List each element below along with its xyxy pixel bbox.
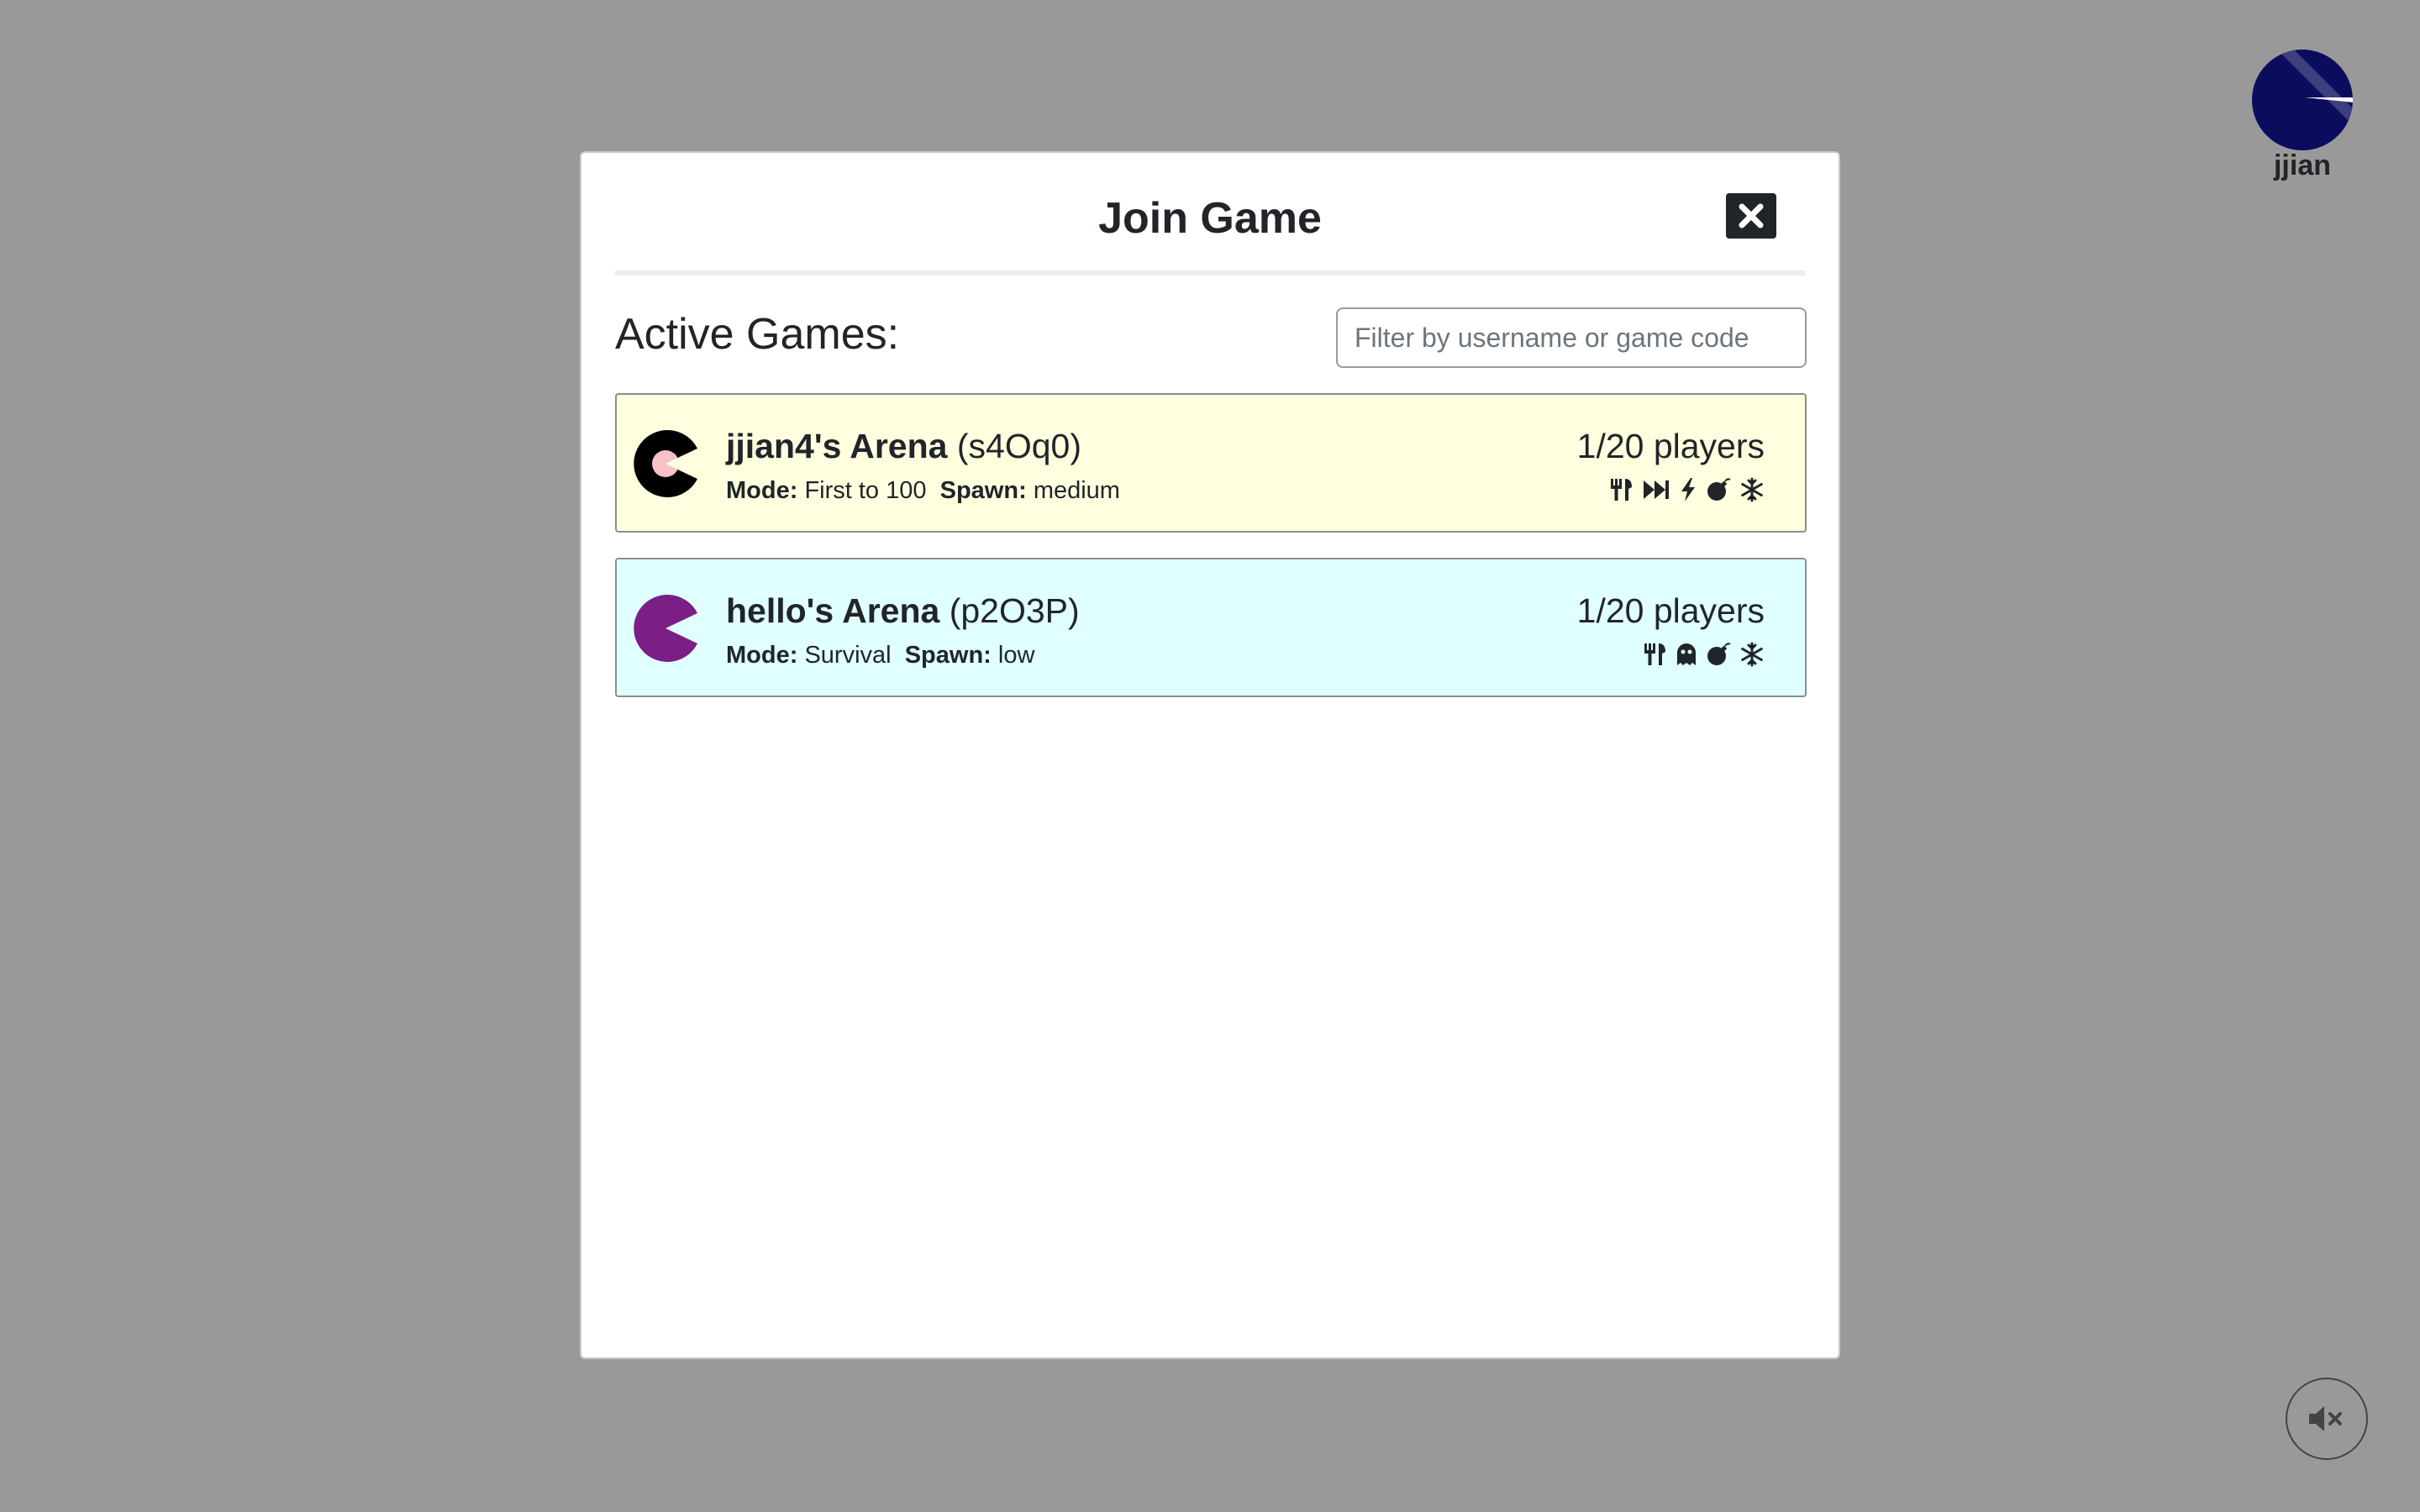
game-mode: Survival: [804, 642, 892, 669]
game-card-jjian4[interactable]: jjian4's Arena (s4Oq0) Mode: First to 10…: [615, 393, 1807, 533]
bolt-icon: [1681, 478, 1695, 501]
spawn-label: Spawn:: [939, 477, 1027, 504]
game-spawn: medium: [1033, 477, 1120, 504]
bomb-icon: [1707, 478, 1731, 501]
close-button[interactable]: [1726, 193, 1776, 239]
utensils-icon: [1644, 643, 1665, 665]
filter-input[interactable]: [1336, 307, 1807, 368]
user-profile[interactable]: jjian: [2245, 49, 2360, 181]
game-name: hello's Arena: [726, 591, 940, 630]
join-game-modal: Join Game Active Games: jjian4's Arena (…: [580, 151, 1840, 1359]
pacman-icon: [634, 430, 697, 497]
game-spawn: low: [997, 642, 1035, 669]
user-avatar-icon[interactable]: [2251, 49, 2354, 151]
modal-title: Join Game: [1098, 194, 1322, 243]
game-title: jjian4's Arena (s4Oq0): [726, 425, 1081, 467]
active-games-heading: Active Games:: [615, 310, 900, 359]
game-code: (s4Oq0): [956, 427, 1081, 465]
mode-label: Mode:: [726, 642, 798, 669]
bomb-icon: [1707, 643, 1731, 665]
mute-button[interactable]: [2286, 1378, 2368, 1460]
game-meta: Mode: First to 100 Spawn: medium: [726, 475, 1120, 506]
player-count: 1/20 players: [1576, 591, 1765, 630]
powerup-list: [1642, 642, 1765, 667]
game-name: jjian4's Arena: [726, 427, 948, 465]
game-meta: Mode: Survival Spawn: low: [726, 640, 1034, 670]
game-code: (p2O3P): [949, 591, 1080, 630]
close-icon: [1739, 203, 1764, 228]
spawn-label: Spawn:: [904, 642, 992, 669]
username: jjian: [2273, 150, 2332, 181]
snowflake-icon: [1741, 477, 1763, 502]
snowflake-icon: [1741, 642, 1763, 667]
ghost-icon: [1677, 643, 1696, 665]
mode-label: Mode:: [726, 477, 798, 504]
pacman-icon: [634, 595, 697, 662]
modal-header: Join Game: [615, 153, 1805, 276]
powerup-list: [1608, 477, 1765, 502]
volume-mute-icon: [2309, 1406, 2342, 1431]
player-count: 1/20 players: [1576, 427, 1765, 465]
game-title: hello's Arena (p2O3P): [726, 590, 1080, 632]
game-card-hello[interactable]: hello's Arena (p2O3P) Mode: Survival Spa…: [615, 558, 1807, 697]
utensils-icon: [1611, 479, 1632, 501]
fast-forward-icon: [1644, 480, 1669, 499]
game-mode: First to 100: [804, 477, 927, 504]
